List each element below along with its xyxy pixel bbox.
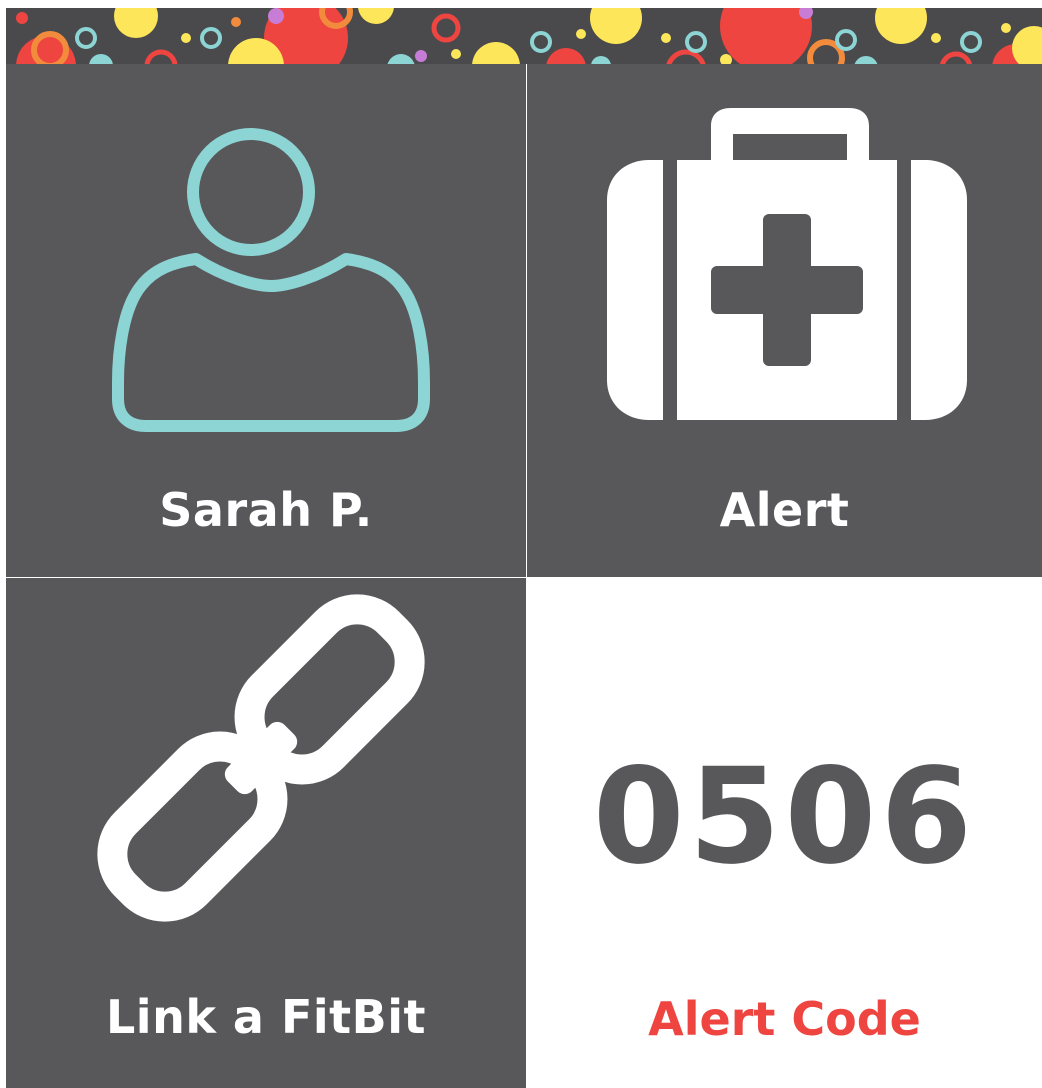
- link-chain-icon: [97, 594, 425, 922]
- link-fitbit-label: Link a FitBit: [106, 990, 426, 1044]
- first-aid-kit-icon: [607, 108, 967, 420]
- user-icon: [112, 128, 430, 432]
- alert-code-tile: 0506 Alert Code: [527, 578, 1042, 1088]
- profile-tile[interactable]: Sarah P.: [6, 64, 526, 577]
- menu-grid: Sarah P. Alert Link a FitBit 0506 Alert …: [6, 64, 1042, 1088]
- alert-label: Alert: [719, 483, 850, 537]
- alert-code-label: Alert Code: [648, 992, 921, 1046]
- confetti-pattern: [6, 8, 1042, 64]
- app-screen: Sarah P. Alert Link a FitBit 0506 Alert …: [0, 0, 1042, 1088]
- link-fitbit-tile[interactable]: Link a FitBit: [6, 578, 526, 1088]
- alert-code-value: 0506: [592, 740, 977, 894]
- decorative-dots-banner: [6, 8, 1042, 64]
- profile-name-label: Sarah P.: [159, 483, 373, 537]
- alert-tile[interactable]: Alert: [527, 64, 1042, 577]
